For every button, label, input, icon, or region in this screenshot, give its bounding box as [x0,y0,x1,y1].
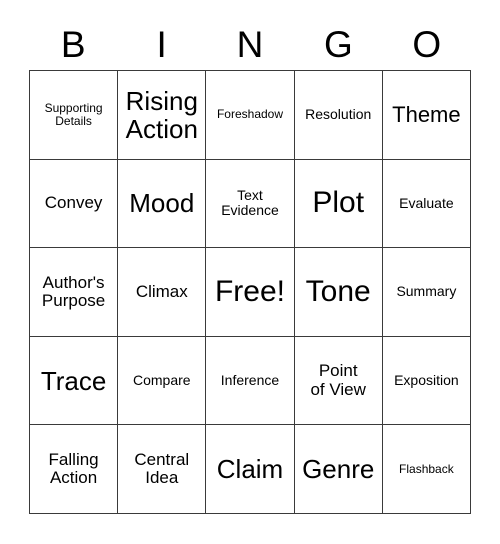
bingo-cell-r3c4[interactable]: Tone [294,248,383,337]
bingo-cell-r5c2[interactable]: Central Idea [118,425,207,514]
bingo-card: B I N G O Supporting Details Rising Acti… [0,0,500,544]
bingo-cell-label: Text Evidence [221,187,279,219]
bingo-cell-r4c2[interactable]: Compare [118,336,207,426]
bingo-cell-r3c1[interactable]: Author's Purpose [30,248,119,337]
bingo-cell-label: Theme [392,101,461,127]
bingo-cell-label: Plot [312,186,365,220]
bingo-cell-label: Foreshadow [216,107,284,122]
bingo-cell-r1c1[interactable]: Supporting Details [30,71,119,160]
bingo-cell-r5c5[interactable]: Flashback [382,425,471,514]
bingo-cell-label: Exposition [394,372,459,389]
bingo-cell-r1c5[interactable]: Theme [382,71,471,160]
bingo-cell-label: Summary [396,283,457,300]
bingo-header-letter-n: N [236,23,264,65]
bingo-cell-label: Climax [135,281,188,301]
bingo-header-letter-g: G [324,23,353,65]
bingo-cell-r2c2[interactable]: Mood [118,159,207,249]
bingo-cell-r5c1[interactable]: Falling Action [30,425,119,514]
bingo-header-letter-b: B [60,23,86,65]
bingo-cell-r3c2[interactable]: Climax [118,248,207,337]
bingo-cell-r2c5[interactable]: Evaluate [382,159,471,249]
bingo-cell-r4c1[interactable]: Trace [30,336,119,426]
bingo-cell-r2c4[interactable]: Plot [294,159,383,249]
bingo-cell-label: Supporting Details [44,100,103,128]
bingo-cell-label: Genre [302,454,375,485]
bingo-cell-label: Tone [305,274,371,308]
bingo-cell-r2c1[interactable]: Convey [30,159,119,249]
bingo-cell-label: Resolution [305,106,372,123]
bingo-cell-r1c2[interactable]: Rising Action [118,71,207,160]
bingo-cell-label: Trace [40,365,107,396]
bingo-cell-r4c4[interactable]: Point of View [294,336,383,426]
bingo-cell-r5c4[interactable]: Genre [294,425,383,514]
bingo-cell-label: Rising Action [125,85,198,144]
bingo-cell-r3c5[interactable]: Summary [382,248,471,337]
bingo-cell-r1c3[interactable]: Foreshadow [206,71,295,160]
bingo-cell-label: Author's Purpose [41,272,106,310]
bingo-cell-label: Compare [132,372,191,389]
bingo-cell-label: Convey [44,193,103,213]
bingo-cell-label: Falling Action [48,449,99,488]
bingo-cell-r5c3[interactable]: Claim [206,425,295,514]
bingo-cell-label: Central Idea [134,449,190,488]
bingo-cell-label: Point of View [310,361,366,399]
bingo-cell-r4c5[interactable]: Exposition [382,336,471,426]
bingo-cell-label: Claim [216,454,284,485]
bingo-cell-label: Flashback [399,461,454,476]
bingo-cell-r4c3[interactable]: Inference [206,336,295,426]
bingo-header-letters: B I N G O [29,18,471,70]
bingo-header-letter-o: O [412,23,442,65]
bingo-header-letter-i: I [156,23,167,65]
bingo-cell-r2c3[interactable]: Text Evidence [206,159,295,249]
bingo-grid: Supporting Details Rising Action Foresha… [29,70,471,514]
bingo-cell-label: Evaluate [399,194,454,211]
bingo-cell-r1c4[interactable]: Resolution [294,71,383,160]
bingo-cell-free-space[interactable]: Free! [206,248,295,337]
bingo-cell-label: Mood [129,188,195,219]
bingo-cell-label: Free! [214,274,285,308]
bingo-cell-label: Inference [220,372,280,389]
